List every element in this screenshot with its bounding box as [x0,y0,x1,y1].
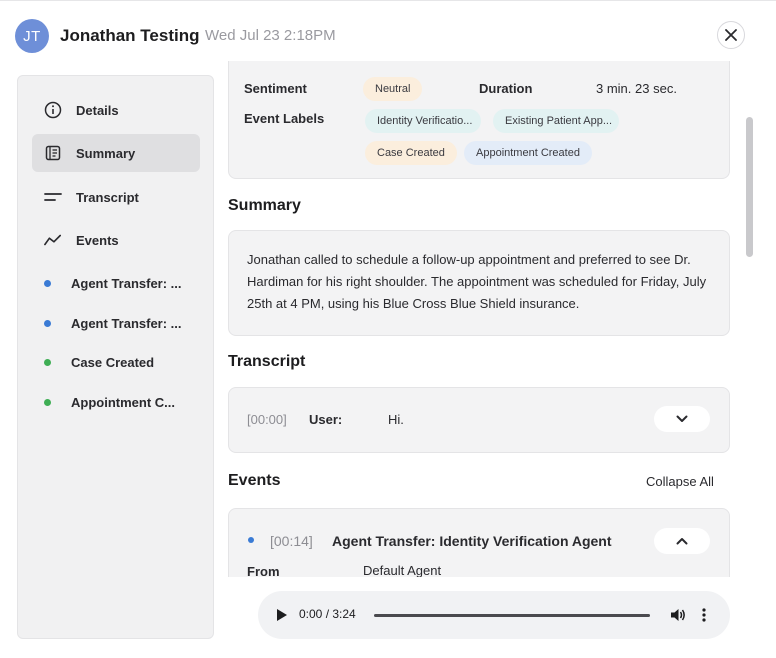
sidebar-item-agent-transfer-2[interactable]: Agent Transfer: ... [32,304,200,342]
event-label-chip: Case Created [365,141,457,165]
sidebar: Details Summary Transcript Events Agent … [17,75,214,639]
play-icon [277,609,287,621]
sidebar-item-label: Agent Transfer: ... [71,275,182,291]
transcript-message: Hi. [388,412,404,427]
summary-text: Jonathan called to schedule a follow-up … [247,252,707,311]
document-icon [44,144,62,162]
trend-icon [44,231,62,249]
event-card: [00:14] Agent Transfer: Identity Verific… [228,508,730,581]
sidebar-item-details[interactable]: Details [32,91,200,129]
event-labels-label: Event Labels [244,111,325,126]
close-button[interactable] [717,21,745,49]
sidebar-item-label: Case Created [71,354,155,370]
event-title: Agent Transfer: Identity Verification Ag… [332,533,612,549]
sidebar-item-label: Agent Transfer: ... [71,315,182,331]
summary-card: Jonathan called to schedule a follow-up … [228,230,730,336]
sidebar-item-label: Events [76,232,119,248]
duration-value: 3 min. 23 sec. [596,81,677,96]
play-button[interactable] [276,608,288,627]
audio-progress-track[interactable] [374,614,650,617]
event-label-chip: Existing Patient App... [493,109,619,133]
transcript-heading: Transcript [228,353,306,370]
sidebar-item-transcript[interactable]: Transcript [32,178,200,216]
main-content[interactable]: Sentiment Neutral Duration 3 min. 23 sec… [228,61,744,581]
sidebar-item-label: Details [76,102,119,118]
status-dot [44,358,51,366]
call-detail-window: JT Jonathan Testing Wed Jul 23 2:18PM De… [0,0,776,658]
details-card: Sentiment Neutral Duration 3 min. 23 sec… [228,61,730,179]
events-heading: Events [228,472,281,489]
scrollbar-thumb[interactable] [746,117,753,257]
collapse-all-button[interactable]: Collapse All [646,474,714,489]
status-dot [248,537,254,543]
header: JT Jonathan Testing Wed Jul 23 2:18PM [0,13,776,59]
sidebar-item-label: Summary [76,145,136,161]
sentiment-badge: Neutral [363,77,423,101]
sentiment-label: Sentiment [244,81,307,96]
sidebar-item-summary[interactable]: Summary [32,134,200,172]
volume-button[interactable] [670,607,686,628]
event-timestamp: [00:14] [270,533,313,549]
page-title: Jonathan Testing [60,26,200,45]
audio-time: 0:00 / 3:24 [299,607,356,621]
call-date: Wed Jul 23 2:18PM [205,27,336,44]
transcript-speaker: User: [309,412,343,427]
duration-label: Duration [479,81,533,96]
status-dot [44,279,51,287]
status-dot [44,398,51,406]
more-options-button[interactable] [702,607,706,628]
sidebar-item-case-created[interactable]: Case Created [32,343,200,381]
status-dot [44,319,51,327]
sidebar-item-label: Appointment C... [71,394,175,410]
sidebar-item-appointment-created[interactable]: Appointment C... [32,383,200,421]
lines-icon [44,188,62,206]
collapse-event-button[interactable] [654,528,710,554]
chevron-up-icon [676,538,688,545]
avatar: JT [15,19,49,53]
sidebar-item-label: Transcript [76,189,139,205]
info-icon [44,101,62,119]
expand-transcript-button[interactable] [654,406,710,432]
more-vertical-icon [702,608,706,622]
audio-player-container: 0:00 / 3:24 [214,577,776,658]
event-from-value: Default Agent [363,563,442,578]
event-label-chip: Appointment Created [464,141,592,165]
summary-heading: Summary [228,197,301,214]
chevron-down-icon [676,415,688,422]
close-icon [725,29,737,41]
transcript-card: [00:00] User: Hi. [228,387,730,453]
audio-player: 0:00 / 3:24 [258,591,730,639]
sidebar-item-events[interactable]: Events [32,221,200,259]
volume-icon [671,609,685,621]
transcript-timestamp: [00:00] [247,412,287,427]
sidebar-item-agent-transfer-1[interactable]: Agent Transfer: ... [32,264,200,302]
event-label-chip: Identity Verificatio... [365,109,481,133]
